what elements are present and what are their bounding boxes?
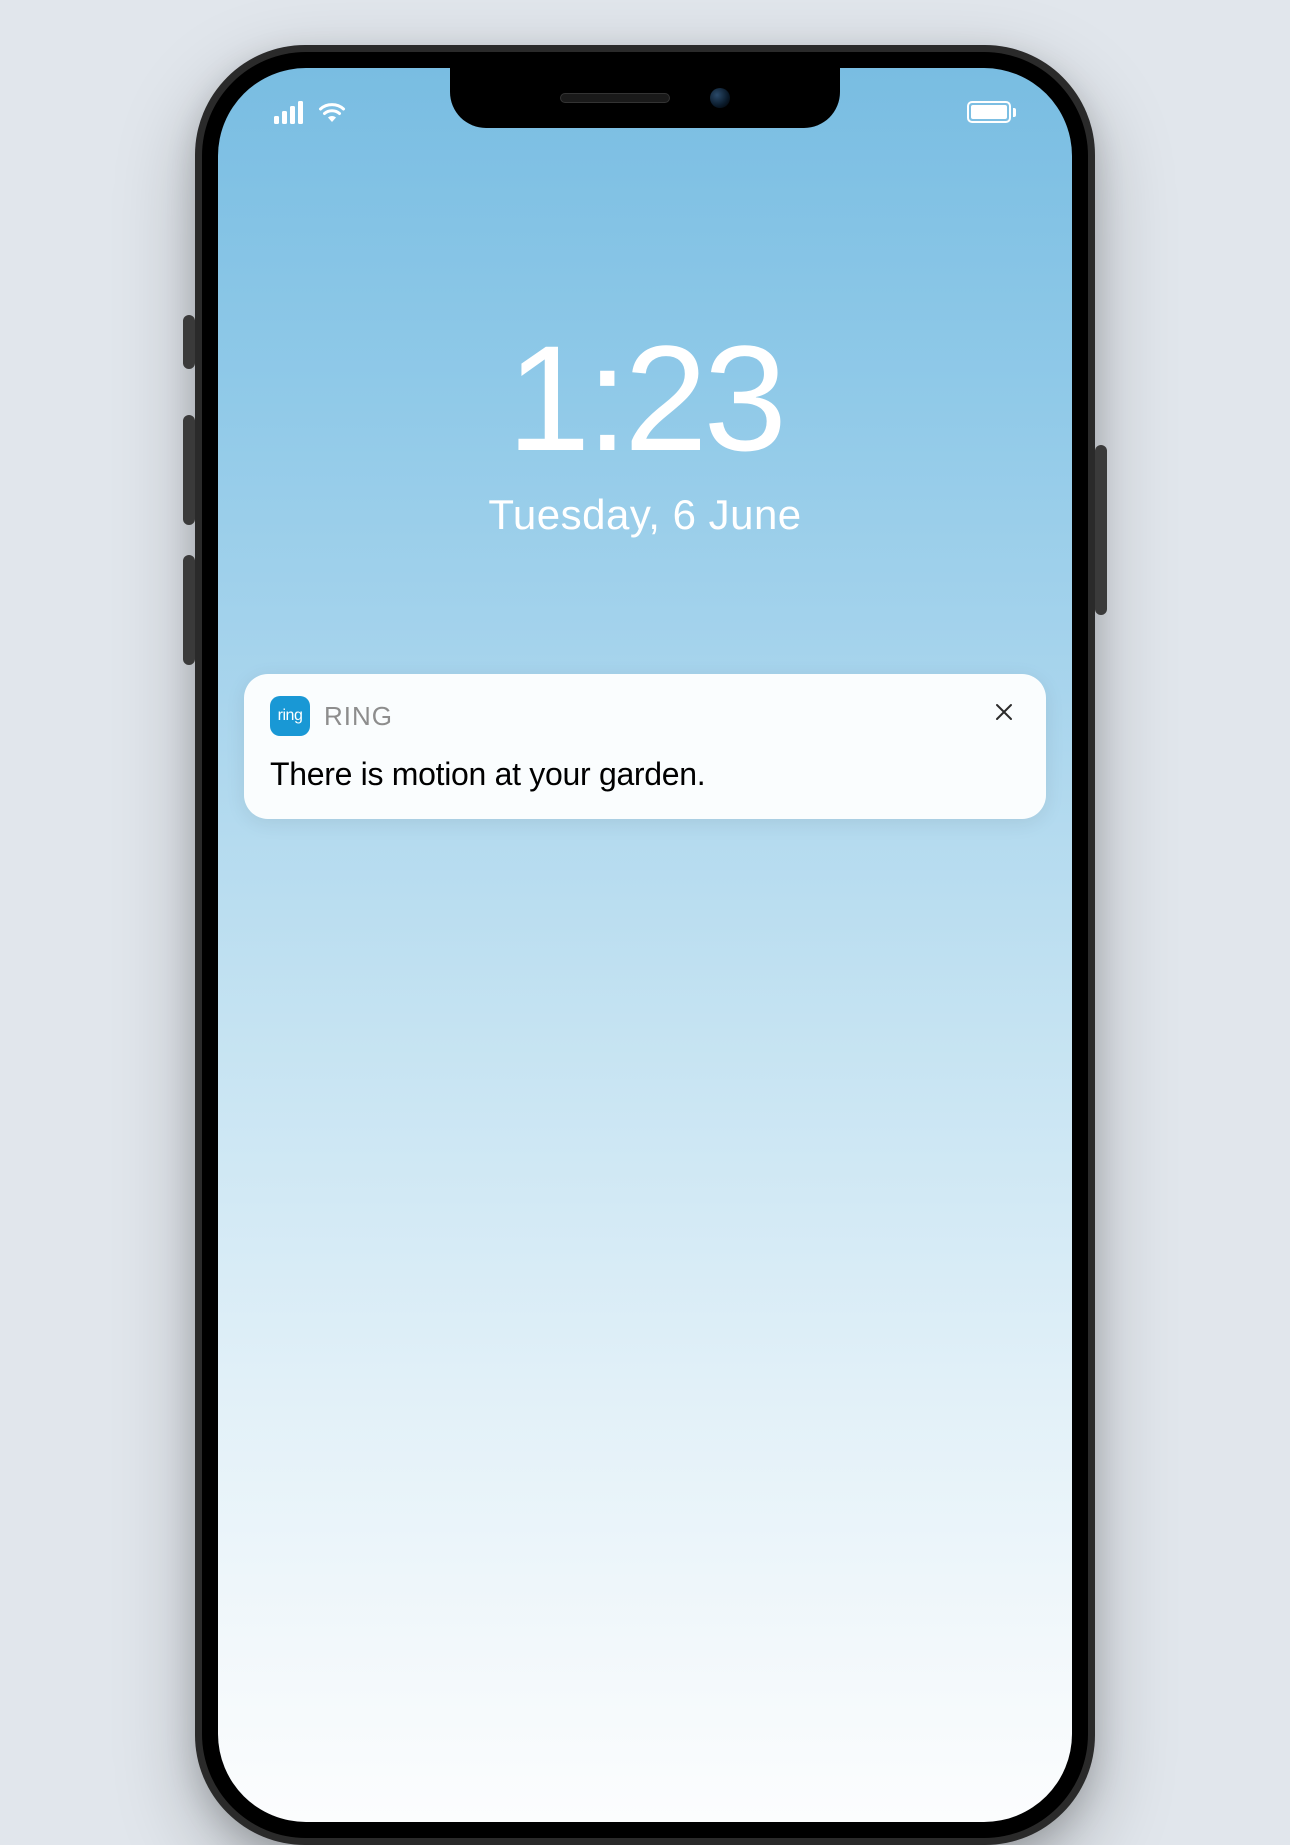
lock-screen[interactable]: 1:23 Tuesday, 6 June ring RING There is …: [218, 68, 1072, 1822]
notification-header: ring RING: [270, 696, 1020, 736]
front-camera: [710, 88, 730, 108]
ring-app-icon: ring: [270, 696, 310, 736]
lock-screen-time: 1:23: [218, 323, 1072, 473]
phone-frame: 1:23 Tuesday, 6 June ring RING There is …: [195, 45, 1095, 1845]
notification-card[interactable]: ring RING There is motion at your garden…: [244, 674, 1046, 819]
power-button[interactable]: [1095, 445, 1107, 615]
phone-bezel: 1:23 Tuesday, 6 June ring RING There is …: [202, 52, 1088, 1838]
lock-screen-clock: 1:23 Tuesday, 6 June: [218, 323, 1072, 539]
wifi-icon: [317, 101, 347, 123]
notification-message: There is motion at your garden.: [270, 756, 1020, 793]
lock-screen-date: Tuesday, 6 June: [218, 491, 1072, 539]
earpiece-speaker: [560, 93, 670, 103]
notch: [450, 68, 840, 128]
close-icon[interactable]: [992, 700, 1016, 724]
status-right: [967, 101, 1016, 123]
volume-up-button[interactable]: [183, 415, 195, 525]
volume-down-button[interactable]: [183, 555, 195, 665]
cellular-signal-icon: [274, 101, 303, 124]
notification-app-name: RING: [324, 701, 393, 732]
mute-switch[interactable]: [183, 315, 195, 369]
battery-icon: [967, 101, 1016, 123]
status-left: [274, 101, 347, 124]
